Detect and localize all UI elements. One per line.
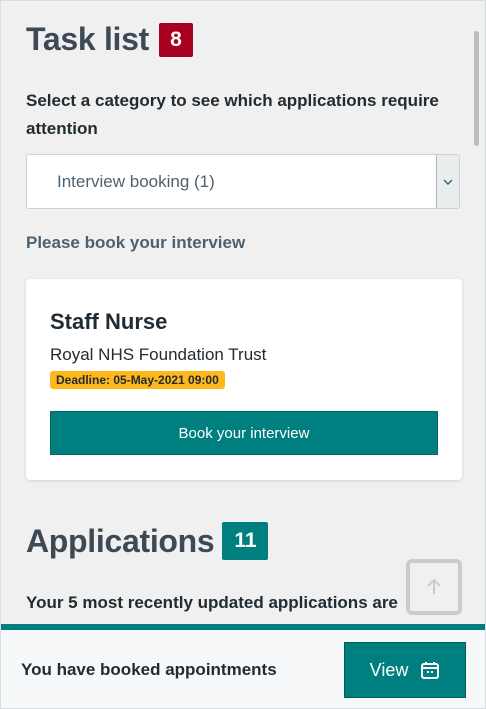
back-to-top-button[interactable] [406,559,462,615]
book-interview-button[interactable]: Book your interview [50,411,438,455]
task-count-badge: 8 [159,22,193,57]
applications-heading: Applications 11 [26,522,269,560]
applications-count-badge: 11 [222,522,269,560]
task-list-title: Task list [26,21,149,57]
task-list-heading: Task list 8 [26,21,193,58]
deadline-tag: Deadline: 05-May-2021 09:00 [50,371,225,389]
category-select[interactable]: Interview booking (1) [26,154,460,209]
interview-card: Staff Nurse Royal NHS Foundation Trust D… [26,279,462,480]
view-button-label: View [369,659,409,680]
arrow-up-icon [426,578,442,596]
category-selected-value: Interview booking (1) [57,172,215,191]
employer-name: Royal NHS Foundation Trust [50,345,267,364]
job-title: Staff Nurse [50,309,168,334]
page-frame: Task list 8 Select a category to see whi… [0,0,486,709]
applications-title: Applications [26,522,215,559]
view-appointments-button[interactable]: View [344,642,466,698]
appointments-banner-text: You have booked appointments [21,660,277,679]
appointments-banner: You have booked appointments View [1,624,485,708]
calendar-icon [420,660,440,680]
scrollbar-thumb[interactable] [474,31,479,146]
category-select-label: Select a category to see which applicati… [26,91,439,138]
chevron-down-icon[interactable] [436,155,459,208]
book-interview-prompt: Please book your interview [26,233,246,252]
